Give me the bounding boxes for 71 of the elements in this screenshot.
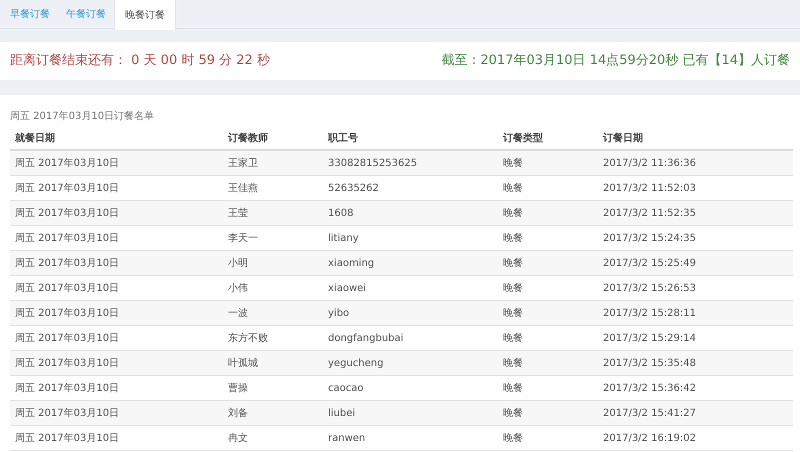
tab[interactable]: 早餐订餐 — [2, 0, 58, 29]
table-cell-text: 晚餐 — [502, 382, 524, 396]
table-cell-text: 叶孤城 — [227, 356, 259, 370]
table-cell-text: 王莹 — [227, 206, 249, 220]
table-cell-text: ranwen — [327, 432, 366, 446]
table-cell-text: 周五 2017年03月10日 — [14, 432, 120, 446]
table-cell-text: 2017/3/2 15:36:42 — [602, 382, 698, 396]
table-cell-text: 2017/3/2 15:24:35 — [602, 232, 698, 246]
table-cell-text: 2017/3/2 15:35:48 — [602, 356, 698, 370]
table-cell-text: liubei — [327, 406, 356, 420]
table-cell-text: xiaoming — [327, 256, 376, 270]
table-cell-text: 晚餐 — [502, 306, 524, 320]
table-cell-text: 2017/3/2 15:41:27 — [602, 406, 698, 420]
table-cell-text: 晚餐 — [502, 206, 524, 220]
table-cell-text: 2017/3/2 15:29:14 — [602, 332, 698, 346]
table-cell-text: 冉文 — [227, 432, 249, 446]
table-cell-text: caocao — [327, 382, 364, 396]
table-cell-text: 晚餐 — [502, 256, 524, 270]
countdown-text: 距离订餐结束还有： 0 天 00 时 59 分 22 秒 — [10, 52, 270, 70]
table-cell-text: 周五 2017年03月10日 — [14, 406, 120, 420]
table-cell-text: 2017/3/2 11:36:36 — [602, 156, 698, 170]
table-cell-text: 周五 2017年03月10日 — [14, 306, 120, 320]
table-cell-text: 晚餐 — [502, 282, 524, 296]
table-cell-text: xiaowei — [327, 282, 368, 296]
table-cell-text: 周五 2017年03月10日 — [14, 256, 120, 270]
table-cell-text: 2017/3/2 15:26:53 — [602, 282, 698, 296]
table-cell-text: 小伟 — [227, 282, 249, 296]
table-cell-text: 晚餐 — [502, 232, 524, 246]
table-cell-text: 晚餐 — [502, 432, 524, 446]
table-cell-text: 小明 — [227, 256, 249, 270]
table-cell-text: 33082815253625 — [327, 156, 418, 170]
table-cell-text: 王家卫 — [227, 156, 259, 170]
table-cell-text: dongfangbubai — [327, 332, 404, 346]
table-cell-text: 周五 2017年03月10日 — [14, 332, 120, 346]
table-cell-text: 周五 2017年03月10日 — [14, 156, 120, 170]
table-cell-text: 52635262 — [327, 182, 380, 196]
table-cell-text: 王佳燕 — [227, 182, 259, 196]
column-header: 职工号 — [326, 132, 359, 146]
column-header: 订餐日期 — [602, 132, 644, 146]
table-cell-text: 晚餐 — [502, 156, 524, 170]
table-cell-text: 晚餐 — [502, 182, 524, 196]
table-cell-text: 2017/3/2 16:19:02 — [602, 432, 698, 446]
order-status-text: 截至：2017年03月10日 14点59分20秒 已有【14】人订餐 — [441, 52, 790, 70]
table-cell-text: litiany — [327, 232, 360, 246]
table-cell-text: 周五 2017年03月10日 — [14, 356, 120, 370]
table-cell-text: 周五 2017年03月10日 — [14, 232, 120, 246]
table-cell-text: 2017/3/2 11:52:03 — [602, 182, 698, 196]
table-cell-text: yibo — [327, 306, 350, 320]
table-cell-text: 2017/3/2 15:25:49 — [602, 256, 698, 270]
table-cell-text: 周五 2017年03月10日 — [14, 206, 120, 220]
table-cell-text: 刘备 — [227, 406, 249, 420]
table-cell-text: 李天一 — [227, 232, 259, 246]
table-cell-text: 晚餐 — [502, 356, 524, 370]
column-header: 就餐日期 — [14, 132, 56, 146]
table-cell-text: 周五 2017年03月10日 — [14, 382, 120, 396]
table-cell-text: 2017/3/2 15:28:11 — [602, 306, 698, 320]
table-cell-text: 晚餐 — [502, 406, 524, 420]
tab[interactable]: 晚餐订餐 — [114, 0, 176, 30]
table-cell-text: 周五 2017年03月10日 — [14, 182, 120, 196]
table-cell-text: 一波 — [227, 306, 249, 320]
column-header: 订餐教师 — [226, 132, 269, 146]
table-cell-text: 东方不败 — [227, 332, 269, 346]
column-header: 订餐类型 — [502, 132, 544, 146]
tab[interactable]: 午餐订餐 — [58, 0, 114, 29]
table-cell-text: 晚餐 — [502, 332, 524, 346]
table-cell-text: yegucheng — [327, 356, 384, 370]
table-cell-text: 周五 2017年03月10日 — [14, 282, 120, 296]
table-cell-text: 曹操 — [227, 382, 249, 396]
table-cell-text: 1608 — [327, 206, 354, 220]
table-cell-text: 2017/3/2 11:52:35 — [602, 206, 698, 220]
table-caption: 周五 2017年03月10日订餐名单 — [10, 110, 156, 124]
